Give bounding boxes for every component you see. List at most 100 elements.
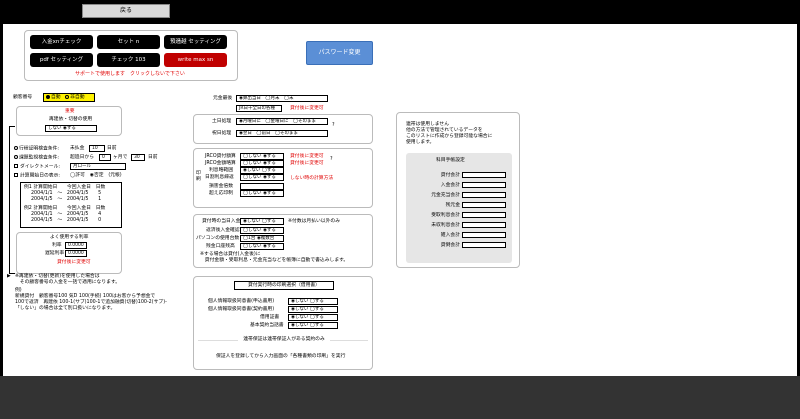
s1-note: ※付数は月払い以外のみ: [288, 219, 340, 224]
ex1-line2: 2004/1/5 ～ 2004/1/5 1: [31, 197, 102, 202]
row2-radio[interactable]: [14, 155, 18, 159]
row1-radio[interactable]: [14, 146, 18, 150]
row4-value[interactable]: ◯許可 ◉否定 (元帳): [70, 173, 122, 179]
ex2-line2: 2004/1/5 ～ 2004/1/5 0: [31, 218, 102, 223]
hol-select[interactable]: ◉翌日 ◯前日 ◯そのまま: [236, 130, 328, 137]
s1-label: 貸付時の当日入金: [202, 219, 241, 224]
note-line2: その顧客番号の入金を一括で適用になります。: [15, 280, 121, 285]
row2-input1[interactable]: 0: [99, 154, 111, 161]
s4-select[interactable]: ◯しない ◉する: [240, 243, 284, 250]
important-section: 重要 再建依・切替の使用 しない ◉する: [16, 106, 122, 136]
deposit-check-button[interactable]: 入金xnチェック: [30, 35, 93, 49]
c2-select[interactable]: ◉しない ◯する: [288, 306, 338, 313]
write-max-sn-button[interactable]: write max sn: [164, 53, 227, 67]
transfer-setting-button[interactable]: 預逓越 セッティング: [164, 35, 227, 49]
account-item-input[interactable]: [462, 232, 506, 238]
late-rate-label: 遅延利率: [45, 251, 65, 256]
guarantor-note: 保証人を登録してから入力画面の「各種書類の印刷」を実行: [216, 354, 346, 359]
example-box: 例1 計算開始日 今回入金日 日数 2004/1/1 ～ 2004/1/5 5 …: [20, 182, 122, 228]
r6-select[interactable]: ◯しない ◉する: [240, 190, 284, 197]
back-button[interactable]: 戻る: [82, 4, 170, 18]
c3-label: 借用証書: [260, 315, 280, 320]
account-item-input[interactable]: [462, 172, 506, 178]
row2-unit2: 日前: [148, 155, 158, 160]
s2-label: 返済後入金確認: [206, 228, 240, 233]
c2-label: 個人情報取扱同意書(契約書用): [208, 307, 275, 312]
account-panel: 科目手帳設定 貸付会計 入金会計 元金充当会計 残元金 受取利息会計 未収利息会計 雑入会計…: [406, 153, 512, 263]
cert-title: 貸付実行時の印刷選択（借用書）: [234, 281, 334, 290]
customer-number-label: 顧客番号: [13, 95, 33, 100]
manual-radio[interactable]: [65, 94, 70, 99]
r3-select[interactable]: ◉しない ◯する: [240, 167, 284, 174]
s1-select[interactable]: ◉しない ◯する: [240, 218, 284, 225]
r6-label: 超え応印制: [209, 191, 233, 196]
c4-select[interactable]: ◉しない ◯する: [288, 322, 338, 329]
r1-select[interactable]: ◯しない ◉する: [240, 153, 284, 160]
s2-select[interactable]: ◯しない ◉する: [240, 227, 284, 234]
s3-select[interactable]: ◯1台 ◉複数台: [240, 235, 284, 242]
calc-note: 貸付後に変更可: [290, 106, 324, 111]
row2-input2[interactable]: 30: [131, 154, 145, 161]
account-item-label: 貸付会計: [440, 173, 460, 178]
row1-unit: 日前: [107, 146, 117, 151]
account-item-input[interactable]: [462, 192, 506, 198]
account-item-input[interactable]: [462, 242, 506, 248]
manual-label: 非自動: [70, 95, 85, 100]
late-rate-input[interactable]: 0.0000: [65, 250, 87, 257]
rates-section: よく使用する利率 利率 0.0000 遅延利率 0.0000 貸付後に変更可: [16, 232, 122, 274]
customer-number-toggle[interactable]: 自動 非自動: [43, 93, 95, 102]
row4-label: 計算開始日の表示:: [14, 173, 60, 180]
calc-sub: JR日干全日の各種: [236, 105, 282, 112]
account-item-input[interactable]: [462, 202, 506, 208]
support-toolbar: 入金xnチェック セット n 預逓越 セッティング pdf セッティング チェッ…: [24, 30, 238, 81]
loan-section: 貸付時の当日入金 ◉しない ◯する ※付数は月払い以外のみ 返済後入金確認 ◯し…: [193, 214, 373, 268]
r5-input[interactable]: [240, 183, 284, 190]
row3-checkbox[interactable]: [14, 164, 18, 168]
row4-checkbox[interactable]: [14, 173, 18, 177]
sat-label: 土日処理: [212, 119, 232, 124]
account-item-label: 雑入会計: [440, 233, 460, 238]
password-change-button[interactable]: パスワード変更: [306, 41, 373, 65]
account-item-input[interactable]: [462, 222, 506, 228]
reissue-select[interactable]: しない ◉する: [45, 125, 97, 132]
sat-select[interactable]: ◉月曜日に ◯金曜日に ◯そのまま: [236, 118, 328, 125]
reissue-label: 再建依・切替の使用: [49, 117, 93, 122]
pdf-setting-button[interactable]: pdf セッティング: [30, 53, 93, 67]
account-panel-title: 科目手帳設定: [436, 158, 465, 163]
row3-label: ダイレクトメール:: [14, 164, 60, 171]
r2-label: JRCO金額略算: [205, 161, 236, 166]
settings-panel: 入金xnチェック セット n 預逓越 セッティング pdf セッティング チェッ…: [3, 24, 797, 376]
c1-label: 個人情報取扱同意書(申込書用): [208, 299, 275, 304]
row3-select[interactable]: 月ロール: [70, 163, 126, 170]
interest-note3: しない時の計算方法: [290, 176, 334, 181]
account-item-input[interactable]: [462, 212, 506, 218]
s-note2: 貸付金額・受取利息・元金充当などを帳簿に自動で書込みします。: [200, 258, 349, 263]
bracket-q1: ?: [332, 123, 335, 128]
print-side-tag: 印刷: [196, 171, 201, 182]
c3-select[interactable]: ◉しない ◯する: [288, 314, 338, 321]
check-103-button[interactable]: チェック 103: [97, 53, 160, 67]
arrow-icon: ▶: [7, 274, 11, 279]
calc-select[interactable]: ◉算出当日 ◯月末 ◯末: [236, 95, 328, 102]
row1-mid: 未払金: [70, 146, 85, 151]
r1-label: JRCO貸付額算: [205, 154, 236, 159]
c4-label: 基本契約当話書: [250, 323, 284, 328]
rate-input[interactable]: 0.0000: [65, 242, 87, 249]
bracket-q2: ?: [330, 157, 333, 162]
guarantor-title: 連帯保証は連帯保証人がある契約のみ: [238, 336, 330, 345]
account-item-label: 受取利息会計: [431, 213, 460, 218]
account-item-input[interactable]: [462, 182, 506, 188]
rates-title: よく使用する利率: [50, 235, 89, 240]
auto-label: 自動: [51, 95, 61, 100]
r2-select[interactable]: ◯しない ◉する: [240, 160, 284, 167]
r4-select[interactable]: ◯しない ◉する: [240, 174, 284, 181]
bottom-bar: [0, 376, 800, 419]
interest-note2: 貸付後に変更可: [290, 161, 324, 166]
c1-select[interactable]: ◉しない ◯する: [288, 298, 338, 305]
rate-label: 利率: [52, 243, 62, 248]
note-line6: 「しない」の場合は全て別口扱いになります。: [15, 306, 116, 311]
set-button[interactable]: セット n: [97, 35, 160, 49]
auto-radio[interactable]: [46, 94, 50, 99]
row1-input[interactable]: 10: [89, 145, 105, 152]
interest-section: 印刷 JRCO貸付額算 ◯しない ◉する JRCO金額略算 ◯しない ◉する 利…: [193, 148, 373, 208]
